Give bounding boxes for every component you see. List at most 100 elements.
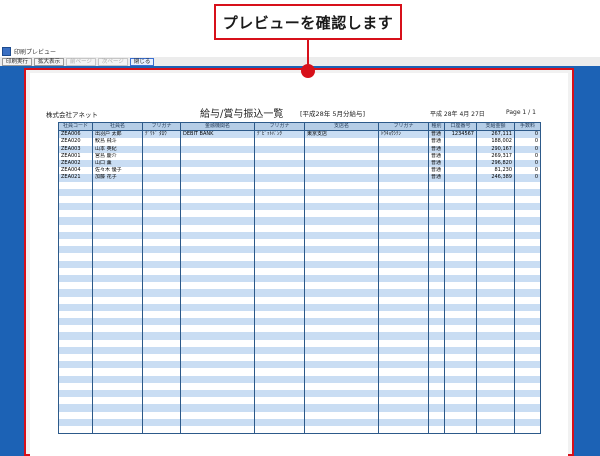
table-cell xyxy=(514,217,541,225)
table-cell xyxy=(304,239,379,247)
table-cell xyxy=(142,224,181,232)
table-cell xyxy=(254,181,305,189)
table-cell xyxy=(514,203,541,211)
table-cell xyxy=(142,418,181,426)
callout-text: プレビューを確認します xyxy=(222,13,394,32)
table-row: ZEA006 出羽戸 太郎 ﾃﾞﾜﾄﾞ ﾀﾛｳ DEBIT BANK ﾃﾞﾋﾞｯﾄﾊﾞﾝ… xyxy=(58,130,541,139)
table-cell: 267,111 xyxy=(476,130,515,139)
table-cell xyxy=(142,195,181,204)
table-cell xyxy=(444,181,477,189)
table-cell xyxy=(378,246,429,254)
table-cell xyxy=(142,325,181,333)
table-cell xyxy=(378,145,429,153)
table-cell xyxy=(476,318,515,326)
table-cell xyxy=(142,354,181,362)
table-cell xyxy=(254,188,305,196)
callout-pointer-dot xyxy=(301,64,315,78)
table-row xyxy=(58,375,541,383)
table-cell: 296,820 xyxy=(476,159,515,168)
table-cell xyxy=(92,181,143,189)
table-cell xyxy=(304,195,379,204)
table-cell xyxy=(378,181,429,189)
table-cell xyxy=(444,239,477,247)
col-header: 金融機関名 xyxy=(180,122,255,132)
table-cell xyxy=(180,325,255,333)
table-cell xyxy=(514,354,541,362)
table-cell xyxy=(92,195,143,204)
table-cell xyxy=(378,282,429,290)
table-cell xyxy=(92,339,143,347)
table-cell xyxy=(180,239,255,247)
table-cell: 269,317 xyxy=(476,152,515,160)
table-cell xyxy=(92,203,143,211)
table-cell xyxy=(92,404,143,412)
table-cell xyxy=(142,332,181,340)
table-row xyxy=(58,382,541,390)
table-cell: 普通 xyxy=(428,145,445,153)
close-button[interactable]: 閉じる xyxy=(129,57,155,66)
table-cell: ﾃﾞﾋﾞｯﾄﾊﾞﾝｸ xyxy=(254,130,305,139)
table-cell xyxy=(304,310,379,319)
table-cell xyxy=(92,217,143,225)
table-cell xyxy=(180,246,255,254)
table-body: ZEA006 出羽戸 太郎 ﾃﾞﾜﾄﾞ ﾀﾛｳ DEBIT BANK ﾃﾞﾋﾞｯﾄﾊﾞﾝ… xyxy=(58,130,541,434)
table-cell xyxy=(514,339,541,347)
zoom-button[interactable]: 拡大表示 xyxy=(34,57,65,66)
table-row xyxy=(58,267,541,275)
table-cell xyxy=(180,253,255,261)
table-cell xyxy=(254,203,305,211)
table-cell xyxy=(514,382,541,390)
table-cell xyxy=(304,210,379,218)
table-cell xyxy=(92,260,143,268)
table-cell xyxy=(476,260,515,268)
table-cell xyxy=(378,296,429,304)
table-cell: 普通 xyxy=(428,159,445,168)
table-cell xyxy=(142,303,181,311)
table-cell xyxy=(142,382,181,390)
table-row xyxy=(58,217,541,225)
table-cell xyxy=(476,418,515,426)
table-cell xyxy=(304,339,379,347)
table-cell xyxy=(444,346,477,354)
table-cell xyxy=(514,368,541,376)
table-cell xyxy=(514,303,541,311)
print-button[interactable]: 印刷実行 xyxy=(2,57,33,66)
table-cell xyxy=(92,375,143,383)
table-cell xyxy=(514,231,541,239)
col-header: 種別 xyxy=(428,122,445,132)
prev-page-button[interactable]: 前ページ xyxy=(66,57,96,66)
table-row xyxy=(58,210,541,218)
next-page-button[interactable]: 次ページ xyxy=(97,57,128,66)
table-cell xyxy=(476,224,515,232)
table-cell xyxy=(58,231,93,239)
table-cell xyxy=(58,239,93,247)
table-cell xyxy=(180,282,255,290)
table-row xyxy=(58,361,541,369)
table-cell: 普通 xyxy=(428,130,445,139)
table-cell xyxy=(304,203,379,211)
table-cell xyxy=(58,411,93,419)
report-period: [平成28年 5月分給与] xyxy=(300,110,366,118)
table-row xyxy=(58,224,541,232)
table-cell: 普通 xyxy=(428,167,445,175)
table-row xyxy=(58,231,541,239)
table-cell xyxy=(428,224,445,232)
table-cell xyxy=(304,354,379,362)
table-cell xyxy=(428,289,445,297)
table-cell xyxy=(304,282,379,290)
table-cell xyxy=(142,203,181,211)
table-cell: ZEA004 xyxy=(58,167,93,175)
table-cell xyxy=(378,332,429,340)
table-cell xyxy=(58,375,93,383)
table-cell xyxy=(142,174,181,182)
table-cell xyxy=(304,167,379,175)
table-cell xyxy=(476,289,515,297)
table-cell xyxy=(378,368,429,376)
table-cell xyxy=(92,246,143,254)
table-cell xyxy=(92,289,143,297)
table-cell: 1234567 xyxy=(444,130,477,139)
table-cell xyxy=(142,210,181,218)
table-cell xyxy=(304,174,379,182)
table-cell xyxy=(476,354,515,362)
table-cell xyxy=(514,282,541,290)
